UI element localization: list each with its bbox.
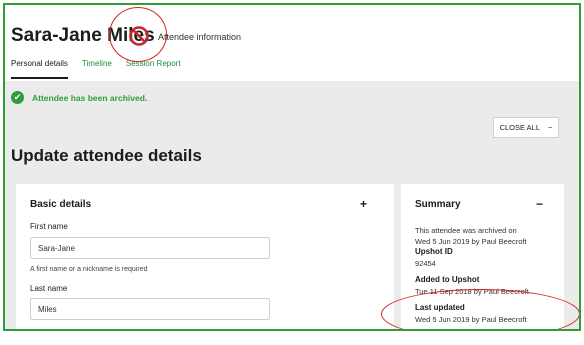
annotation-circle	[381, 289, 579, 329]
summary-title: Summary	[415, 199, 461, 210]
tab-session-report[interactable]: Session Report	[126, 59, 181, 79]
first-name-label: First name	[30, 222, 68, 231]
first-name-field[interactable]	[30, 237, 270, 259]
archived-alert: ✔ Attendee has been archived.	[11, 91, 147, 104]
first-name-hint: A first name or a nickname is required	[30, 266, 148, 273]
basic-details-title: Basic details	[30, 199, 92, 210]
alert-message: Attendee has been archived.	[32, 92, 148, 103]
main-content: ✔ Attendee has been archived. CLOSE ALL …	[5, 81, 579, 329]
added-label: Added to Upshot	[415, 275, 480, 284]
archived-line-2: Wed 5 Jun 2019 by Paul Beecroft	[415, 237, 527, 246]
basic-details-panel: Basic details + First name A first name …	[16, 184, 394, 329]
page-title: Update attendee details	[11, 146, 202, 165]
upshot-id-value: 92454	[415, 259, 436, 268]
last-name-field[interactable]	[30, 298, 270, 320]
page-header: Sara-Jane Miles Attendee information Per…	[5, 5, 579, 85]
tab-personal-details[interactable]: Personal details	[11, 59, 68, 79]
upshot-id-label: Upshot ID	[415, 247, 453, 256]
expand-icon[interactable]: +	[360, 197, 367, 211]
collapse-icon[interactable]: −	[536, 197, 543, 211]
last-name-label: Last name	[30, 284, 68, 293]
tab-timeline[interactable]: Timeline	[82, 59, 112, 79]
page-frame: Sara-Jane Miles Attendee information Per…	[3, 3, 581, 331]
page-subtitle: Attendee information	[158, 32, 242, 42]
check-circle-icon: ✔	[11, 91, 24, 104]
tab-bar: Personal details Timeline Session Report	[11, 59, 181, 79]
archived-line-1: This attendee was archived on	[415, 226, 517, 235]
close-all-button[interactable]: CLOSE ALL −	[493, 117, 559, 138]
close-all-label: CLOSE ALL	[499, 123, 541, 132]
collapse-icon: −	[548, 123, 553, 132]
